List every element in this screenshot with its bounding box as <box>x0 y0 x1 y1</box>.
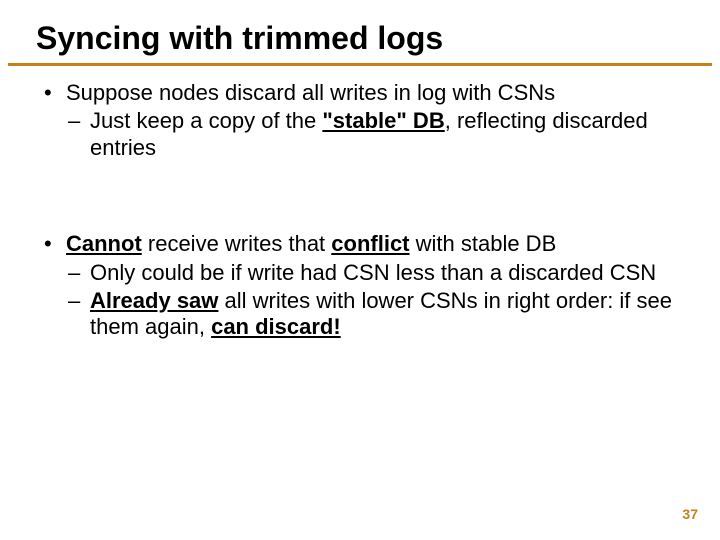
b2-b1: Cannot <box>66 231 142 256</box>
b2-m1: receive writes that <box>142 231 332 256</box>
b2-b2: conflict <box>331 231 409 256</box>
b2-m2: with stable DB <box>410 231 557 256</box>
b1s1-boldu: "stable" DB <box>322 108 444 133</box>
bullet-list: Suppose nodes discard all writes in log … <box>40 80 680 341</box>
bullet-2-sub-2: Already saw all writes with lower CSNs i… <box>66 288 680 341</box>
bullet-1-text: Suppose nodes discard all writes in log … <box>66 80 555 105</box>
bullet-2-subs: Only could be if write had CSN less than… <box>66 260 680 341</box>
bullet-2-sub-1: Only could be if write had CSN less than… <box>66 260 680 286</box>
bullet-1: Suppose nodes discard all writes in log … <box>40 80 680 161</box>
bullet-1-sub-1: Just keep a copy of the "stable" DB, ref… <box>66 108 680 161</box>
b2s1-text: Only could be if write had CSN less than… <box>90 260 656 285</box>
slide: Syncing with trimmed logs Suppose nodes … <box>0 0 720 540</box>
b2s2-b1: Already saw <box>90 288 218 313</box>
page-number: 37 <box>682 506 698 522</box>
slide-title: Syncing with trimmed logs <box>8 20 712 66</box>
bullet-2: Cannot receive writes that conflict with… <box>40 231 680 341</box>
b1s1-pre: Just keep a copy of the <box>90 108 322 133</box>
bullet-1-subs: Just keep a copy of the "stable" DB, ref… <box>66 108 680 161</box>
slide-body: Suppose nodes discard all writes in log … <box>0 80 720 341</box>
b2s2-b2: can discard! <box>211 314 341 339</box>
